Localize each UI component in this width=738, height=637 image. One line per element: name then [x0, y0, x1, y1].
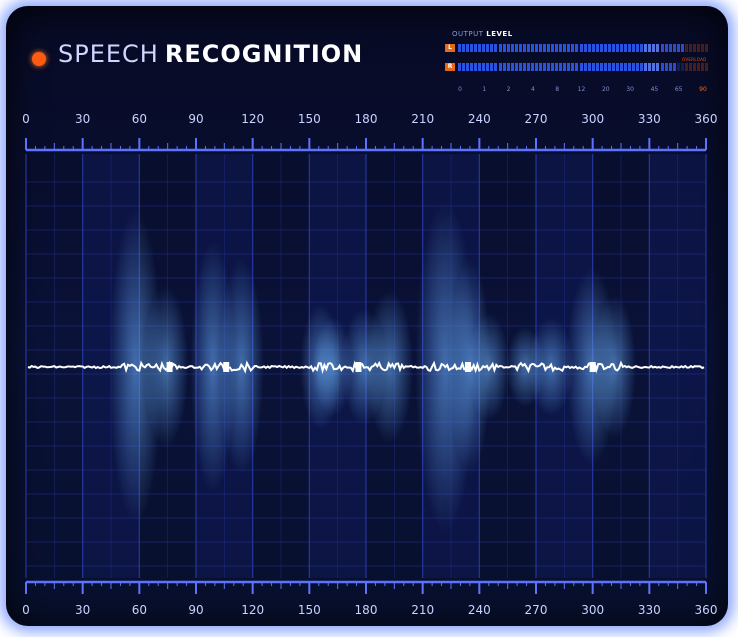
- wave-peak-marker: [166, 362, 173, 372]
- wave-peak-marker: [465, 362, 471, 372]
- wave-peak-marker: [589, 362, 596, 372]
- wave-peak-marker: [223, 362, 230, 372]
- wave-peak-marker: [355, 362, 362, 372]
- waveform-display: [25, 138, 707, 594]
